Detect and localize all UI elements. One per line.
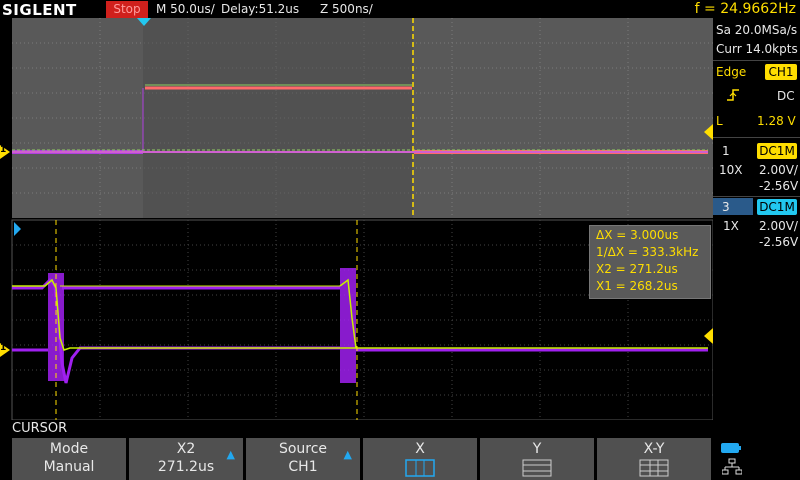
- ch1-number[interactable]: 1: [722, 144, 730, 158]
- brand-logo: SIGLENT: [2, 1, 77, 19]
- ch1-scale[interactable]: 2.00V/: [759, 163, 798, 177]
- network-icon: [722, 458, 742, 475]
- zoom-timebase-readout[interactable]: Z 500ns/: [320, 2, 373, 16]
- ch3-number-background: [713, 198, 753, 215]
- trigger-coupling[interactable]: DC: [777, 89, 795, 103]
- timebase-readout[interactable]: M 50.0us/: [156, 2, 215, 16]
- menu-title-strip: [0, 420, 800, 438]
- adjust-knob-icon: ▲: [226, 448, 235, 461]
- y-cursor-icon: [522, 459, 552, 477]
- softkey-source-value: CH1: [288, 459, 318, 475]
- softkey-y[interactable]: Y: [480, 438, 596, 480]
- panel-divider: [713, 137, 800, 138]
- ch1-zoom-marker-label: 1: [0, 343, 7, 353]
- cursor-inverse-delta-x: 1/ΔX = 333.3kHz: [596, 245, 699, 259]
- trigger-type[interactable]: Edge: [716, 65, 746, 79]
- ch1-probe: 10X: [719, 163, 743, 177]
- xy-cursor-icon: [639, 459, 669, 477]
- ch1-coupling-badge[interactable]: DC1M: [757, 143, 797, 159]
- softkey-source[interactable]: Source CH1 ▲: [246, 438, 362, 480]
- zoom-region: [143, 18, 413, 218]
- panel-divider: [713, 60, 800, 61]
- softkey-y-title: Y: [532, 441, 542, 457]
- softkey-mode-value: Manual: [43, 459, 95, 475]
- ch3-scale[interactable]: 2.00V/: [759, 219, 798, 233]
- adjust-knob-icon: ▲: [343, 448, 352, 461]
- sample-rate: Sa 20.0MSa/s: [716, 23, 798, 37]
- menu-title: CURSOR: [12, 421, 68, 436]
- softkey-x[interactable]: X: [363, 438, 479, 480]
- frequency-counter: f = 24.9662Hz: [694, 1, 796, 17]
- memory-depth: Curr 14.0kpts: [716, 42, 798, 56]
- ch3-offset[interactable]: -2.56V: [759, 235, 798, 249]
- ch3-probe: 1X: [723, 219, 739, 233]
- trigger-source[interactable]: CH1: [765, 64, 797, 80]
- cursor-x1-value: X1 = 268.2us: [596, 279, 678, 293]
- cursor-x2-value: X2 = 271.2us: [596, 262, 678, 276]
- run-stop-status[interactable]: Stop: [106, 1, 148, 18]
- cursor-measure-box: ΔX = 3.000us 1/ΔX = 333.3kHz X2 = 271.2u…: [589, 225, 711, 299]
- ch3-number[interactable]: 3: [722, 200, 730, 214]
- softkey-xy-title: X-Y: [643, 441, 665, 457]
- softkey-x2-value: 271.2us: [157, 459, 215, 475]
- softkey-x2[interactable]: X2 271.2us ▲: [129, 438, 245, 480]
- cursor-delta-x: ΔX = 3.000us: [596, 228, 679, 242]
- softkey-mode-title: Mode: [49, 441, 89, 457]
- softkey-x-title: X: [415, 441, 425, 457]
- rising-edge-icon: [727, 89, 739, 101]
- x-cursor-icon: [405, 459, 435, 477]
- ch3-coupling-badge[interactable]: DC1M: [757, 199, 797, 215]
- trigger-level[interactable]: 1.28 V: [757, 114, 796, 128]
- panel-divider: [713, 196, 800, 197]
- softkey-mode[interactable]: Mode Manual: [12, 438, 128, 480]
- battery-icon: [721, 443, 741, 453]
- waveform-display[interactable]: [0, 18, 713, 420]
- softkey-xy[interactable]: X-Y: [597, 438, 713, 480]
- delay-readout[interactable]: Delay:51.2us: [221, 2, 299, 16]
- trigger-level-label: L: [716, 114, 723, 128]
- ch1-marker-label: 1: [0, 145, 7, 155]
- ch1-offset[interactable]: -2.56V: [759, 179, 798, 193]
